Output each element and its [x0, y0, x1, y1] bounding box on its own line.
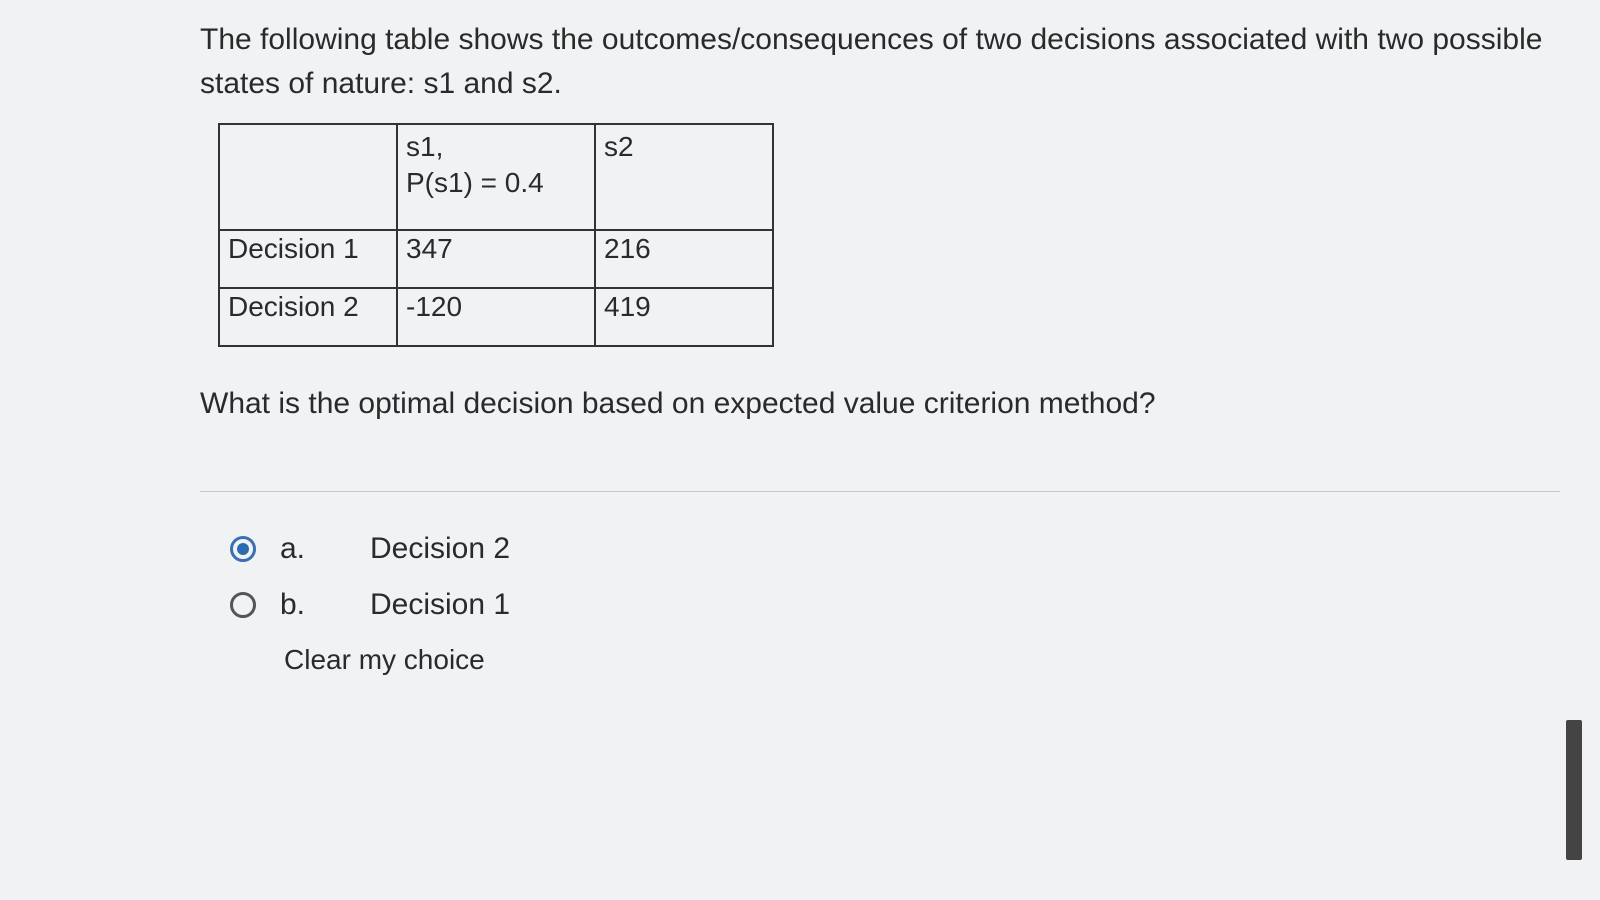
header-s1: s1, P(s1) = 0.4	[397, 124, 595, 230]
option-text: Decision 2	[370, 532, 510, 566]
table-row: Decision 1 347 216	[219, 230, 773, 288]
row0-s2: 216	[595, 230, 773, 288]
row0-label: Decision 1	[219, 230, 397, 288]
row1-s1: -120	[397, 288, 595, 346]
row1-s2: 419	[595, 288, 773, 346]
option-a[interactable]: a. Decision 2	[230, 532, 1560, 566]
scrollbar-thumb[interactable]	[1566, 720, 1582, 860]
radio-selected-icon[interactable]	[230, 536, 256, 562]
divider	[200, 491, 1560, 492]
option-text: Decision 1	[370, 588, 510, 622]
header-s2: s2	[595, 124, 773, 230]
radio-dot-icon	[237, 543, 249, 555]
row1-label: Decision 2	[219, 288, 397, 346]
question-page: The following table shows the outcomes/c…	[0, 0, 1600, 900]
question-intro: The following table shows the outcomes/c…	[200, 18, 1560, 105]
table-row: Decision 2 -120 419	[219, 288, 773, 346]
question-prompt: What is the optimal decision based on ex…	[200, 387, 1560, 421]
clear-choice-link[interactable]: Clear my choice	[284, 644, 1560, 676]
header-s1-line2: P(s1) = 0.4	[406, 165, 586, 201]
answer-options: a. Decision 2 b. Decision 1 Clear my cho…	[230, 532, 1560, 676]
option-letter: a.	[280, 532, 370, 566]
payoff-table: s1, P(s1) = 0.4 s2 Decision 1 347 216 De…	[218, 123, 774, 347]
radio-unselected-icon[interactable]	[230, 592, 256, 618]
option-letter: b.	[280, 588, 370, 622]
header-s1-line1: s1,	[406, 129, 586, 165]
row0-s1: 347	[397, 230, 595, 288]
table-header-row: s1, P(s1) = 0.4 s2	[219, 124, 773, 230]
option-b[interactable]: b. Decision 1	[230, 588, 1560, 622]
header-blank	[219, 124, 397, 230]
